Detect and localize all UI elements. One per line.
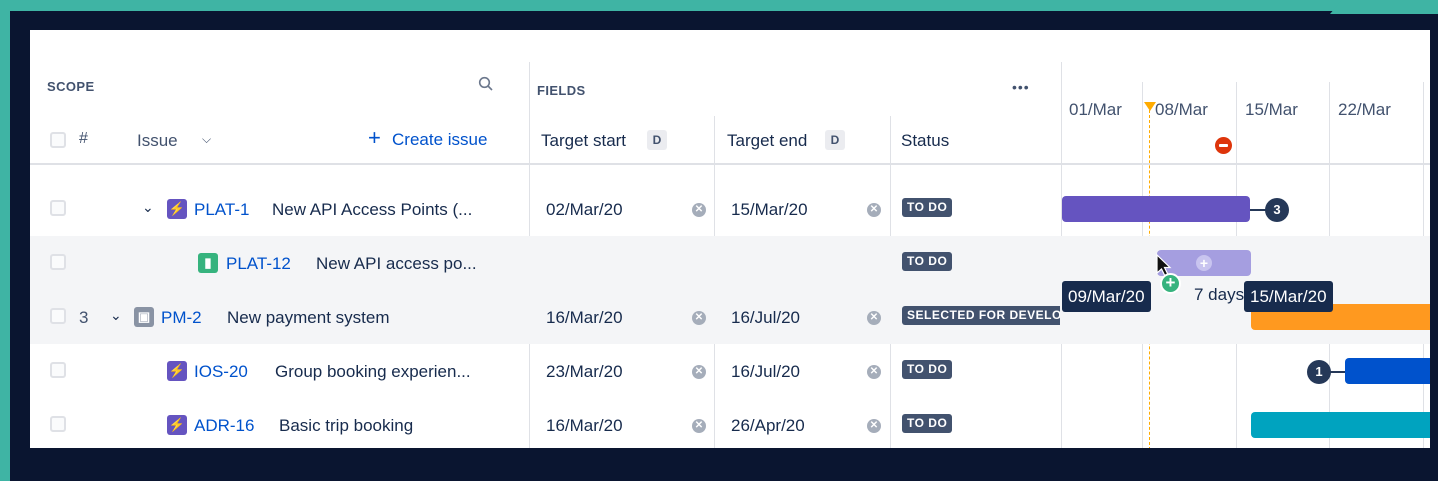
plus-icon[interactable]: + xyxy=(368,127,381,149)
table-row[interactable]: ⚡ ADR-16 Basic trip booking 16/Mar/20 ✕ … xyxy=(30,398,1430,448)
target-end-badge: D xyxy=(825,130,845,150)
issue-key-link[interactable]: PLAT-1 xyxy=(194,200,249,220)
table-row[interactable]: ⌄ ⚡ PLAT-1 New API Access Points (... 02… xyxy=(30,182,1430,236)
row-checkbox[interactable] xyxy=(50,308,66,324)
dependency-line xyxy=(1250,209,1266,211)
issue-key-link[interactable]: PLAT-12 xyxy=(226,254,291,274)
more-options-button[interactable]: ••• xyxy=(1012,79,1030,95)
number-header: # xyxy=(79,130,88,147)
issue-key-link[interactable]: ADR-16 xyxy=(194,416,254,436)
issue-header[interactable]: Issue xyxy=(137,131,178,151)
issue-key-link[interactable]: PM-2 xyxy=(161,308,202,328)
drag-end-tooltip: 15/Mar/20 xyxy=(1244,281,1333,312)
issue-title[interactable]: New API Access Points (... xyxy=(272,200,472,220)
header-separator xyxy=(30,163,1430,165)
status-lozenge[interactable]: TO DO xyxy=(902,198,953,217)
remove-icon[interactable] xyxy=(1215,137,1232,154)
add-icon[interactable]: + xyxy=(1196,255,1212,271)
epic-icon: ⚡ xyxy=(167,361,187,381)
target-start-value[interactable]: 16/Mar/20 xyxy=(546,416,623,436)
row-number: 3 xyxy=(79,308,89,327)
clear-icon[interactable]: ✕ xyxy=(867,203,881,217)
target-end-value[interactable]: 16/Jul/20 xyxy=(731,362,800,382)
story-icon: ▮ xyxy=(198,253,218,273)
timeline-date: 08/Mar xyxy=(1155,100,1208,119)
target-end-value[interactable]: 15/Mar/20 xyxy=(731,200,808,220)
clear-icon[interactable]: ✕ xyxy=(867,311,881,325)
dependency-count-badge[interactable]: 3 xyxy=(1265,198,1289,222)
clear-icon[interactable]: ✕ xyxy=(867,419,881,433)
row-checkbox[interactable] xyxy=(50,362,66,378)
target-start-value[interactable]: 23/Mar/20 xyxy=(546,362,623,382)
row-checkbox[interactable] xyxy=(50,416,66,432)
clear-icon[interactable]: ✕ xyxy=(867,365,881,379)
timeline-bar[interactable] xyxy=(1251,412,1430,438)
issue-title[interactable]: New payment system xyxy=(227,308,390,328)
status-lozenge[interactable]: TO DO xyxy=(902,360,953,379)
search-icon[interactable] xyxy=(478,76,494,92)
chevron-down-icon[interactable]: ⌄ xyxy=(110,307,122,324)
fields-title: FIELDS xyxy=(537,83,586,98)
epic-icon: ⚡ xyxy=(167,199,187,219)
target-start-value[interactable]: 02/Mar/20 xyxy=(546,200,623,220)
frame-corner xyxy=(1330,0,1438,14)
timeline-bar[interactable] xyxy=(1345,358,1430,384)
target-end-value[interactable]: 26/Apr/20 xyxy=(731,416,805,436)
clear-icon[interactable]: ✕ xyxy=(692,311,706,325)
dependency-line xyxy=(1330,371,1345,373)
timeline-bar[interactable] xyxy=(1062,196,1250,222)
issue-key-link[interactable]: IOS-20 xyxy=(194,362,248,382)
issue-title[interactable]: Basic trip booking xyxy=(279,416,413,436)
drag-duration-label: 7 days xyxy=(1194,285,1245,304)
status-lozenge[interactable]: SELECTED FOR DEVELOPMENT xyxy=(902,306,1060,325)
issue-title[interactable]: New API access po... xyxy=(316,254,477,274)
create-issue-button[interactable]: Create issue xyxy=(392,130,487,150)
row-checkbox[interactable] xyxy=(50,200,66,216)
epic-icon: ⚡ xyxy=(167,415,187,435)
drag-start-tooltip: 09/Mar/20 xyxy=(1062,281,1151,312)
row-checkbox[interactable] xyxy=(50,254,66,270)
chevron-down-icon[interactable]: ⌄ xyxy=(142,199,154,216)
scope-title: SCOPE xyxy=(47,79,95,94)
status-lozenge[interactable]: TO DO xyxy=(902,252,953,271)
select-all-checkbox[interactable] xyxy=(50,132,66,148)
status-lozenge[interactable]: TO DO xyxy=(902,414,953,433)
target-start-value[interactable]: 16/Mar/20 xyxy=(546,308,623,328)
initiative-icon: ▣ xyxy=(134,307,154,327)
timeline-date: 15/Mar xyxy=(1245,100,1298,119)
status-header[interactable]: Status xyxy=(901,131,949,151)
add-copy-icon: + xyxy=(1160,273,1181,294)
issue-title[interactable]: Group booking experien... xyxy=(275,362,471,382)
clear-icon[interactable]: ✕ xyxy=(692,419,706,433)
target-start-header[interactable]: Target start xyxy=(541,131,626,151)
timeline-date: 01/Mar xyxy=(1069,100,1122,119)
plan-panel: SCOPE # Issue ⌵ + Create issue FIELDS ••… xyxy=(30,30,1430,448)
clear-icon[interactable]: ✕ xyxy=(692,365,706,379)
clear-icon[interactable]: ✕ xyxy=(692,203,706,217)
today-marker-icon xyxy=(1144,102,1156,111)
target-start-badge: D xyxy=(647,130,667,150)
table-row[interactable]: ⚡ IOS-20 Group booking experien... 23/Ma… xyxy=(30,344,1430,398)
target-end-header[interactable]: Target end xyxy=(727,131,807,151)
dependency-count-badge[interactable]: 1 xyxy=(1307,360,1331,384)
target-end-value[interactable]: 16/Jul/20 xyxy=(731,308,800,328)
table-row[interactable]: ▮ PLAT-12 New API access po... TO DO + xyxy=(30,236,1430,290)
chevron-down-icon[interactable]: ⌵ xyxy=(202,132,211,147)
timeline-date: 22/Mar xyxy=(1338,100,1391,119)
